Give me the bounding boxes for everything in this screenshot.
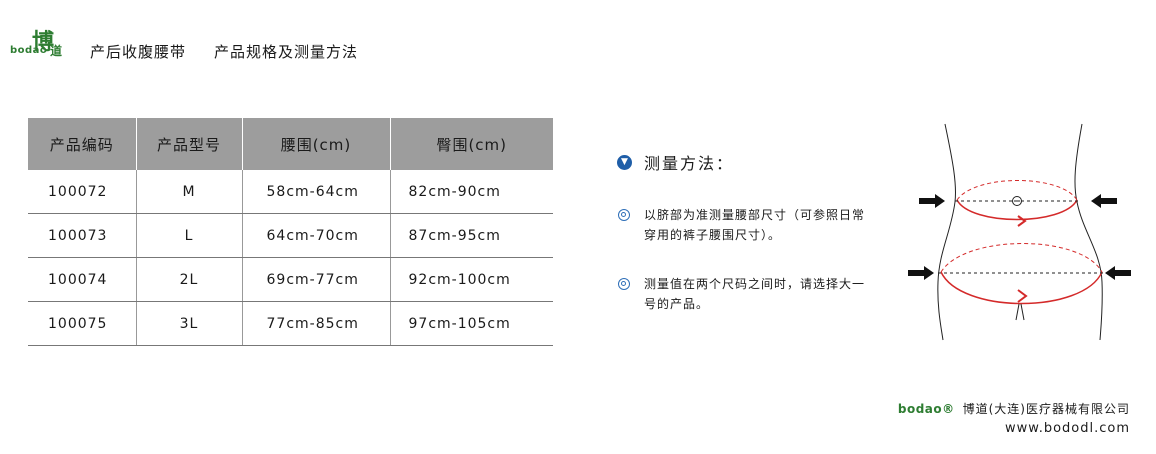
cell-code: 100075 [28,301,137,346]
target-bullet-icon [618,278,630,290]
hip-right-arrow [1105,266,1131,280]
measurement-method-heading: ▼ 测量方法： [617,150,734,174]
hip-direction-arrow [1017,289,1028,303]
cell-model: 2L [136,257,243,302]
torso-right-outline [1074,123,1103,341]
hip-left-arrow [908,266,934,280]
cell-code: 100072 [28,170,137,214]
company-signature: bodao® 博道(大连)医疗器械有限公司 [898,400,1130,417]
cell-waist: 64cm-70cm [242,213,391,258]
waist-right-arrow [1091,194,1117,208]
waist-direction-arrow [1017,215,1027,227]
cell-hip: 87cm-95cm [390,213,553,258]
cell-waist: 77cm-85cm [242,301,391,346]
table-row: 100075 3L 77cm-85cm 97cm-105cm [28,301,553,346]
cell-waist: 58cm-64cm [242,170,391,214]
crotch-mark [1015,303,1025,321]
chevron-down-icon: ▼ [617,154,632,170]
cell-model: M [136,170,243,214]
table-row: 100074 2L 69cm-77cm 92cm-100cm [28,257,553,302]
measurement-note: 以脐部为准测量腰部尺寸（可参照日常穿用的裤子腰围尺寸）。 [618,205,866,245]
cell-code: 100074 [28,257,137,302]
column-header-model: 产品型号 [136,118,243,170]
cell-model: 3L [136,301,243,346]
title-section: 产品规格及测量方法 [214,43,359,61]
title-product: 产后收腹腰带 [90,43,187,61]
column-header-code: 产品编码 [28,118,137,170]
cell-hip: 92cm-100cm [390,257,553,302]
note-text: 测量值在两个尺码之间时，请选择大一号的产品。 [644,277,866,311]
logo-text: bodao [10,45,48,56]
note-text: 以脐部为准测量腰部尺寸（可参照日常穿用的裤子腰围尺寸）。 [644,208,866,242]
cell-hip: 82cm-90cm [390,170,553,214]
cell-hip: 97cm-105cm [390,301,553,346]
footer-logo: bodao® [897,401,955,416]
brand-logo: 博 道 bodao [10,28,66,62]
column-header-waist: 腰围(cm) [242,118,391,170]
size-table: 产品编码 产品型号 腰围(cm) 臀围(cm) 100072 M 58cm-64… [28,118,553,346]
target-bullet-icon [618,209,630,221]
method-title: 测量方法： [644,154,735,173]
measurement-diagram [908,123,1131,341]
torso-left-outline [937,123,956,341]
page-title: 产后收腹腰带 产品规格及测量方法 [90,42,358,62]
company-name: 博道(大连)医疗器械有限公司 [962,402,1130,416]
waist-left-arrow [919,194,945,208]
table-row: 100073 L 64cm-70cm 87cm-95cm [28,213,553,258]
table-row: 100072 M 58cm-64cm 82cm-90cm [28,170,553,214]
page-header: 博 道 bodao 产后收腹腰带 产品规格及测量方法 [10,22,358,62]
hip-ellipse-back [940,243,1103,273]
cell-model: L [136,213,243,258]
cell-code: 100073 [28,213,137,258]
cell-waist: 69cm-77cm [242,257,391,302]
logo-glyph-2: 道 [50,44,63,58]
column-header-hip: 臀围(cm) [390,118,553,170]
table-header-row: 产品编码 产品型号 腰围(cm) 臀围(cm) [28,118,553,170]
company-url: www.bododl.com [1004,421,1130,436]
measurement-note: 测量值在两个尺码之间时，请选择大一号的产品。 [618,274,866,314]
